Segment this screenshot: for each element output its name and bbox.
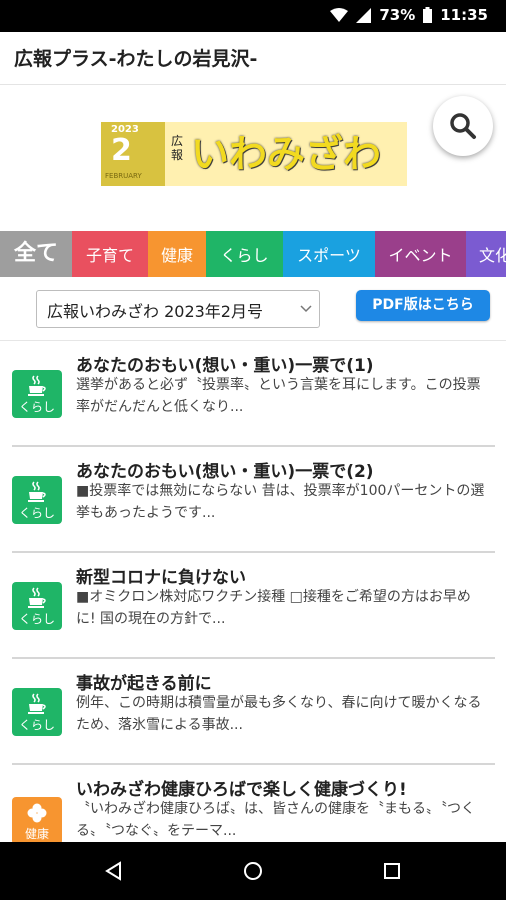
- category-badge: くらし: [12, 476, 62, 524]
- banner-koho: 広報: [170, 134, 183, 162]
- status-indicators: 73% 11:35: [330, 6, 488, 24]
- category-tabs: 全て 子育て 健康 くらし スポーツ イベント 文化: [0, 231, 506, 277]
- article-summary: 選挙があると必ず〝投票率〟という言葉を耳にします。この投票率がだんだんと低くなり…: [76, 377, 481, 415]
- coffee-cup-icon: [28, 693, 46, 714]
- category-label: くらし: [18, 718, 55, 732]
- banner-date-block: 2023 2 FEBRUARY: [101, 122, 165, 186]
- article-item[interactable]: くらし 事故が起きる前に 例年、この時期は積雪量が最も多くなり、春に向けて暖かく…: [12, 659, 495, 765]
- search-button[interactable]: [433, 96, 493, 156]
- back-icon[interactable]: [104, 861, 124, 881]
- navigation-bar: [0, 842, 506, 900]
- article-title: 新型コロナに負けない: [76, 568, 246, 588]
- category-label: くらし: [18, 506, 55, 520]
- pdf-button[interactable]: PDF版はこちら: [356, 290, 490, 321]
- coffee-cup-icon: [28, 375, 46, 396]
- category-label: 健康: [24, 827, 49, 841]
- battery-icon: [423, 7, 433, 23]
- tab-childcare[interactable]: 子育て: [72, 231, 148, 277]
- app-bar: 広報プラス-わたしの岩見沢-: [0, 32, 506, 85]
- issue-select[interactable]: 広報いわみざわ 2023年2月号: [36, 290, 320, 328]
- coffee-cup-icon: [28, 481, 46, 502]
- article-item[interactable]: くらし あなたのおもい(想い・重い)一票で(2) ■投票率では無効にならない 昔…: [12, 447, 495, 553]
- home-icon[interactable]: [243, 861, 263, 881]
- battery-percent: 73%: [379, 6, 416, 24]
- article-summary: 例年、この時期は積雪量が最も多くなり、春に向けて暖かくなるため、落氷雪による事故…: [76, 695, 482, 733]
- article-summary: 〝いわみざわ健康ひろば〟は、皆さんの健康を〝まもる〟〝つくる〟〝つなぐ〟をテーマ…: [76, 801, 475, 839]
- article-title: あなたのおもい(想い・重い)一票で(1): [76, 356, 374, 376]
- coffee-cup-icon: [28, 587, 46, 608]
- article-item[interactable]: くらし 新型コロナに負けない ■オミクロン株対応ワクチン接種 □接種をご希望の方…: [12, 553, 495, 659]
- tab-events[interactable]: イベント: [375, 231, 466, 277]
- tab-sports[interactable]: スポーツ: [283, 231, 375, 277]
- app-title: 広報プラス-わたしの岩見沢-: [14, 48, 258, 70]
- tab-culture[interactable]: 文化: [466, 231, 506, 277]
- search-icon: [450, 113, 476, 139]
- banner-month-name: FEBRUARY: [105, 172, 142, 180]
- category-badge: くらし: [12, 370, 62, 418]
- article-title: 事故が起きる前に: [76, 674, 212, 694]
- cell-signal-icon: [356, 7, 372, 23]
- chevron-down-icon: [300, 305, 312, 313]
- category-badge: くらし: [12, 582, 62, 630]
- clover-icon: [27, 803, 47, 823]
- status-bar: 73% 11:35: [0, 0, 506, 32]
- category-label: くらし: [18, 612, 55, 626]
- category-label: くらし: [18, 400, 55, 414]
- banner-month: 2: [111, 133, 132, 168]
- tab-health[interactable]: 健康: [148, 231, 206, 277]
- article-title: あなたのおもい(想い・重い)一票で(2): [76, 462, 374, 482]
- banner-name: いわみざわ: [191, 132, 382, 176]
- wifi-icon: [330, 7, 349, 22]
- tab-all[interactable]: 全て: [0, 231, 72, 277]
- tab-living[interactable]: くらし: [206, 231, 283, 277]
- article-summary: ■投票率では無効にならない 昔は、投票率が100パーセントの選挙もあったようです…: [76, 483, 485, 521]
- issue-selected: 広報いわみざわ 2023年2月号: [47, 302, 263, 321]
- issue-banner[interactable]: 2023 2 FEBRUARY 広報 いわみざわ: [101, 122, 407, 186]
- article-title: いわみざわ健康ひろばで楽しく健康づくり!: [76, 780, 407, 800]
- article-summary: ■オミクロン株対応ワクチン接種 □接種をご希望の方はお早めに! 国の現在の方針で…: [76, 589, 471, 627]
- category-badge: 健康: [12, 797, 62, 845]
- article-item[interactable]: くらし あなたのおもい(想い・重い)一票で(1) 選挙があると必ず〝投票率〟とい…: [12, 341, 495, 447]
- clock: 11:35: [440, 6, 488, 24]
- category-badge: くらし: [12, 688, 62, 736]
- recents-icon[interactable]: [383, 862, 401, 880]
